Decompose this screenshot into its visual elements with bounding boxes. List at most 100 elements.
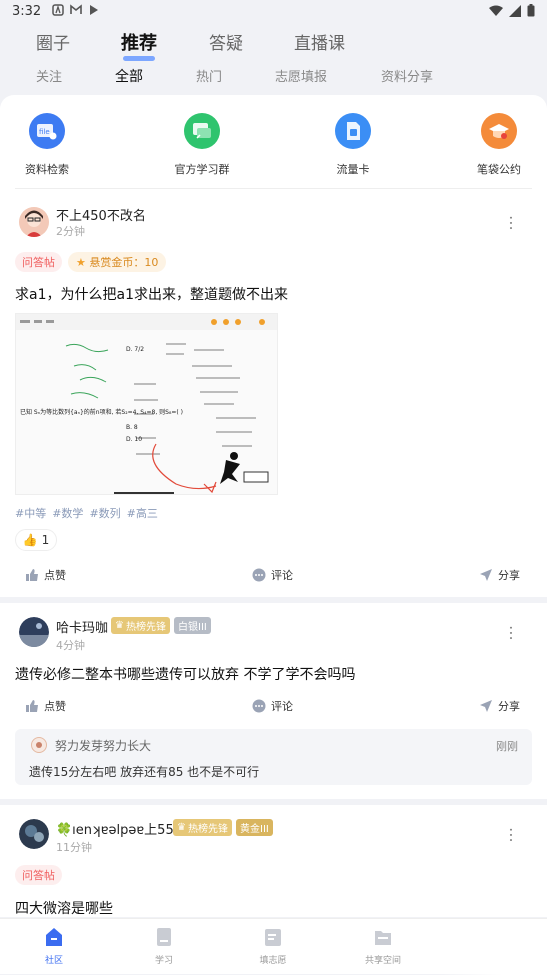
hot-pioneer-label: 热榜先锋 bbox=[187, 824, 228, 835]
status-time: 3:32 bbox=[12, 4, 42, 19]
nav-fade-overlay bbox=[437, 919, 547, 975]
post-title[interactable]: 求a1，为什么把a1求出来，整道题做不出来 bbox=[15, 284, 288, 304]
top-tabs: 圈子 推荐 答疑 直播课 bbox=[0, 26, 547, 61]
avatar[interactable] bbox=[19, 207, 49, 237]
reply-timestamp: 刚刚 bbox=[496, 740, 518, 753]
graduation-cap-icon bbox=[481, 113, 517, 149]
like-button[interactable]: 点赞 bbox=[25, 567, 66, 583]
share-button[interactable]: 分享 bbox=[479, 698, 520, 714]
post-title[interactable]: 四大微溶是哪些 bbox=[15, 898, 113, 918]
tab-live-course[interactable]: 直播课 bbox=[294, 29, 345, 54]
share-button[interactable]: 分享 bbox=[479, 567, 520, 583]
like-count: 1 bbox=[41, 533, 50, 547]
file-search-icon: file bbox=[29, 113, 65, 149]
thumbs-up-icon bbox=[25, 699, 39, 713]
feed-card-1: file 资料检索 官方学习群 流量卡 笔袋公约 不上450不改名 2分钟 ⋯ … bbox=[0, 95, 547, 597]
rank-badge: 黄金III bbox=[236, 819, 273, 836]
comment-button[interactable]: 评论 bbox=[252, 567, 293, 583]
comment-button[interactable]: 评论 bbox=[252, 698, 293, 714]
status-bar: 3:32 bbox=[0, 0, 547, 24]
subtab-hot[interactable]: 热门 bbox=[196, 66, 222, 85]
play-store-icon bbox=[88, 4, 100, 16]
avatar[interactable] bbox=[19, 617, 49, 647]
svg-text:D. 7/2: D. 7/2 bbox=[126, 346, 144, 353]
feed-card-3: 🍀ıenʞɐǝlpǝɐ上550 ♛ 热榜先锋 黄金III 11分钟 ⋯ 问答帖 四… bbox=[0, 805, 547, 917]
thumbs-up-emoji-icon: 👍 bbox=[22, 533, 38, 547]
hot-pioneer-label: 热榜先锋 bbox=[125, 622, 166, 633]
post-username[interactable]: 哈卡玛咖 bbox=[56, 617, 108, 636]
thumbs-up-icon bbox=[25, 568, 39, 582]
reply-avatar bbox=[31, 737, 47, 757]
nav-study[interactable]: 学习 bbox=[129, 927, 199, 966]
subtab-application[interactable]: 志愿填报 bbox=[275, 66, 327, 85]
more-options-icon[interactable]: ⋯ bbox=[502, 215, 521, 229]
tab-qa[interactable]: 答疑 bbox=[209, 29, 243, 54]
comment-icon bbox=[252, 699, 266, 713]
active-tab-indicator bbox=[123, 56, 155, 61]
post-username[interactable]: 不上450不改名 bbox=[56, 205, 146, 224]
subtab-follow[interactable]: 关注 bbox=[36, 66, 62, 85]
quick-link-study-group[interactable]: 官方学习群 bbox=[162, 113, 242, 177]
more-options-icon[interactable]: ⋯ bbox=[502, 625, 521, 639]
subtab-resource-share[interactable]: 资料分享 bbox=[381, 66, 433, 85]
comment-label: 评论 bbox=[271, 569, 293, 582]
divider bbox=[15, 188, 532, 189]
nav-label: 社区 bbox=[44, 956, 63, 966]
post-title[interactable]: 遗传必修二整本书哪些遗传可以放弃 不学了学不会吗吗 bbox=[15, 664, 355, 684]
signal-icon bbox=[509, 4, 521, 21]
bounty-badge: ★ 悬赏金币：10 bbox=[68, 252, 167, 272]
svg-text:D. 10: D. 10 bbox=[126, 436, 142, 443]
top-reply[interactable]: 努力发芽努力长大 刚刚 遗传15分左右吧 放弃还有85 也不是不可行 bbox=[15, 729, 532, 785]
avatar[interactable] bbox=[19, 819, 49, 849]
nav-shared-space[interactable]: 共享空间 bbox=[348, 927, 418, 966]
reply-username: 努力发芽努力长大 bbox=[55, 739, 152, 753]
share-label: 分享 bbox=[498, 569, 520, 582]
quick-link-label: 官方学习群 bbox=[174, 163, 230, 176]
share-label: 分享 bbox=[498, 700, 520, 713]
tab-recommend-label: 推荐 bbox=[121, 33, 157, 54]
quick-link-resource-search[interactable]: file 资料检索 bbox=[7, 113, 87, 177]
crown-icon: ♛ bbox=[115, 620, 124, 631]
subtab-all[interactable]: 全部 bbox=[115, 66, 143, 86]
sim-card-icon bbox=[335, 113, 371, 149]
more-options-icon[interactable]: ⋯ bbox=[502, 827, 521, 841]
nav-community[interactable]: 社区 bbox=[19, 927, 89, 966]
bounty-label: 悬赏金币：10 bbox=[89, 256, 159, 269]
community-icon bbox=[45, 927, 63, 947]
nav-label: 学习 bbox=[154, 956, 173, 966]
application-icon bbox=[264, 927, 282, 947]
qa-post-badge: 问答帖 bbox=[15, 865, 62, 885]
post-tags: #中等 #数学 #数列 #高三 bbox=[15, 505, 158, 521]
quick-link-data-card[interactable]: 流量卡 bbox=[313, 113, 393, 177]
post-timestamp: 11分钟 bbox=[56, 841, 92, 854]
comment-icon bbox=[252, 568, 266, 582]
bottom-navigation: 社区 学习 填志愿 共享空间 bbox=[0, 918, 547, 975]
tab-recommend[interactable]: 推荐 bbox=[121, 29, 157, 61]
reply-text: 遗传15分左右吧 放弃还有85 也不是不可行 bbox=[29, 765, 260, 779]
qa-post-badge: 问答帖 bbox=[15, 252, 62, 272]
wifi-icon bbox=[489, 5, 503, 21]
hot-pioneer-badge: ♛ 热榜先锋 bbox=[111, 617, 170, 634]
tag[interactable]: #数学 bbox=[52, 505, 83, 521]
nav-application[interactable]: 填志愿 bbox=[238, 927, 308, 966]
tab-circle[interactable]: 圈子 bbox=[36, 29, 70, 54]
quick-link-label: 资料检索 bbox=[25, 163, 69, 176]
tag[interactable]: #数列 bbox=[89, 505, 120, 521]
svg-text:B. 8: B. 8 bbox=[126, 424, 138, 431]
quick-link-pencil-bag-pact[interactable]: 笔袋公约 bbox=[459, 113, 539, 177]
tag[interactable]: #高三 bbox=[127, 505, 158, 521]
notification-a-icon bbox=[52, 4, 64, 16]
tag[interactable]: #中等 bbox=[15, 505, 46, 521]
post-timestamp: 4分钟 bbox=[56, 639, 85, 652]
post-username[interactable]: 🍀ıenʞɐǝlpǝɐ上550 bbox=[56, 819, 182, 838]
like-button[interactable]: 点赞 bbox=[25, 698, 66, 714]
coin-star-icon: ★ bbox=[76, 256, 90, 269]
feed-card-2: 哈卡玛咖 ♛ 热榜先锋 白银III 4分钟 ⋯ 遗传必修二整本书哪些遗传可以放弃 … bbox=[0, 603, 547, 799]
crown-icon: ♛ bbox=[177, 822, 186, 833]
nav-label: 填志愿 bbox=[259, 956, 287, 966]
share-icon bbox=[479, 568, 493, 582]
like-label: 点赞 bbox=[44, 569, 66, 582]
post-image[interactable]: 已知 Sₙ为等比数列{aₙ}的前n项和, 若S₂=4, S₄=8, 则S₈=( … bbox=[15, 313, 278, 495]
like-reaction-pill[interactable]: 👍 1 bbox=[15, 529, 57, 551]
svg-text:file: file bbox=[39, 128, 50, 136]
